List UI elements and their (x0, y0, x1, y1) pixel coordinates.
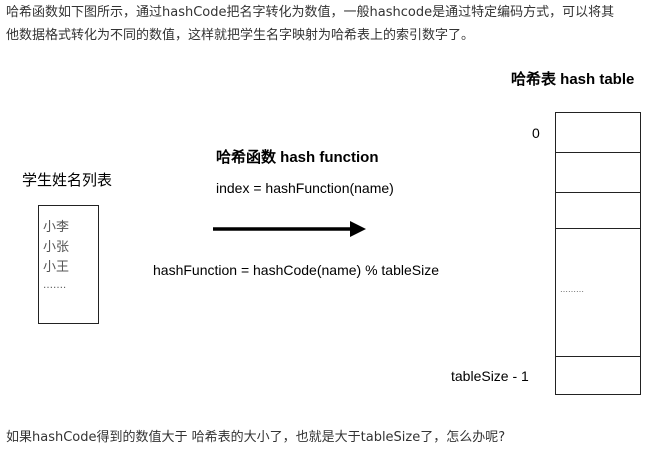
hash-function-formula: index = hashFunction(name) (216, 180, 394, 196)
hash-table-slot: ……… (555, 228, 641, 357)
intro-line-2: 他数据格式转化为不同的数值，这样就把学生名字映射为哈希表上的索引数字了。 (6, 28, 475, 43)
hash-table-title: 哈希表 hash table (511, 71, 635, 88)
hash-table-slot (555, 192, 641, 229)
student-name: ……. (43, 280, 67, 291)
student-name: 小王 (43, 260, 70, 275)
hash-function-definition: hashFunction = hashCode(name) % tableSiz… (153, 262, 440, 278)
arrow-icon (213, 221, 366, 237)
student-list-title: 学生姓名列表 (22, 172, 113, 189)
hash-table-ellipsis: ……… (560, 285, 584, 294)
hash-table-slot (555, 356, 641, 395)
question-text: 如果hashCode得到的数值大于 哈希表的大小了，也就是大于tableSize… (6, 430, 506, 445)
hash-table-slot (555, 152, 641, 193)
student-name: 小李 (43, 220, 70, 235)
hash-function-title: 哈希函数 hash function (216, 149, 379, 166)
hash-table-slot (555, 112, 641, 153)
hash-table-last-index: tableSize - 1 (451, 368, 529, 384)
intro-line-1: 哈希函数如下图所示，通过hashCode把名字转化为数值，一般hashcode是… (6, 5, 615, 20)
student-name: 小张 (43, 240, 70, 255)
hash-table-first-index: 0 (532, 125, 540, 141)
student-list-box: 小李 小张 小王 ……. (38, 205, 99, 324)
